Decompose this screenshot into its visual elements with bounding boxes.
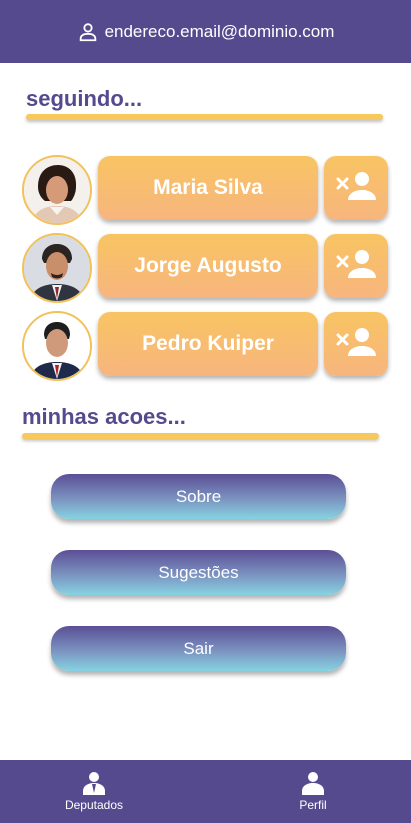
- following-name-button[interactable]: Jorge Augusto: [98, 234, 318, 298]
- suggestions-button[interactable]: Sugestões: [51, 550, 346, 595]
- remove-person-icon: [335, 170, 377, 207]
- person-outline-icon: [77, 21, 99, 43]
- avatar: [22, 311, 92, 381]
- nav-item-perfil[interactable]: Perfil: [253, 760, 373, 823]
- app-header: endereco.email@dominio.com: [0, 0, 411, 63]
- deputados-icon: [82, 771, 106, 798]
- remove-person-icon: [335, 248, 377, 285]
- avatar: [22, 233, 92, 303]
- nav-label-deputados: Deputados: [64, 798, 124, 812]
- following-name-button[interactable]: Maria Silva: [98, 156, 318, 220]
- unfollow-button[interactable]: [324, 234, 388, 298]
- following-name-button[interactable]: Pedro Kuiper: [98, 312, 318, 376]
- following-section-title: seguindo...: [26, 86, 143, 111]
- following-item: Maria Silva: [0, 155, 411, 225]
- nav-item-deputados[interactable]: Deputados: [34, 760, 154, 823]
- bottom-navigation: Deputados Perfil: [0, 760, 411, 823]
- following-title-underline: [26, 114, 383, 120]
- remove-person-icon: [335, 326, 377, 363]
- nav-label-perfil: Perfil: [299, 798, 327, 812]
- actions-section-title: minhas acoes...: [22, 404, 186, 429]
- logout-button[interactable]: Sair: [51, 626, 346, 671]
- unfollow-button[interactable]: [324, 156, 388, 220]
- following-item: Pedro Kuiper: [0, 311, 411, 381]
- actions-title-underline: [22, 433, 379, 439]
- following-item: Jorge Augusto: [0, 233, 411, 303]
- profile-icon: [301, 771, 325, 798]
- user-email: endereco.email@dominio.com: [104, 21, 335, 41]
- about-button[interactable]: Sobre: [51, 474, 346, 519]
- unfollow-button[interactable]: [324, 312, 388, 376]
- avatar: [22, 155, 92, 225]
